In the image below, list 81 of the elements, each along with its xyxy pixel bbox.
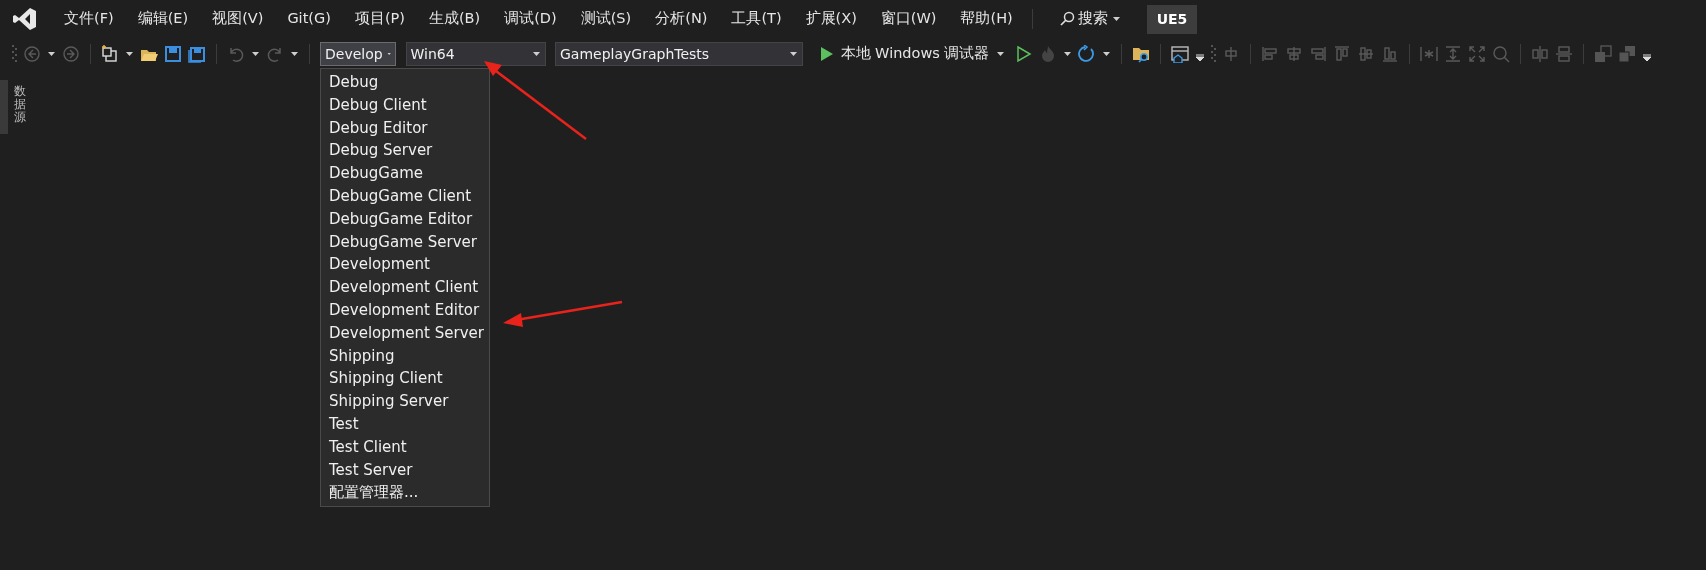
menu-item[interactable]: 扩展(X): [793, 8, 869, 30]
caret-icon[interactable]: [125, 51, 134, 57]
menu-option[interactable]: Development: [321, 253, 489, 277]
folder-search-icon[interactable]: [1131, 45, 1150, 63]
caret-icon[interactable]: [290, 51, 299, 57]
menu-item[interactable]: 项目(P): [342, 8, 417, 30]
menu-option[interactable]: Debug Server: [321, 139, 489, 163]
zoom-icon[interactable]: [1491, 45, 1510, 63]
menu-option[interactable]: Shipping Server: [321, 390, 489, 413]
align-center-icon[interactable]: [1284, 45, 1303, 63]
caret-icon: [386, 51, 391, 57]
side-tab[interactable]: 数据源: [14, 85, 26, 125]
play-icon: [819, 46, 834, 62]
project-badge: UE5: [1146, 4, 1198, 34]
caret-icon[interactable]: [1101, 51, 1111, 57]
toolbar-grip-icon: [1210, 44, 1216, 64]
menu-option[interactable]: Shipping Client: [321, 367, 489, 391]
window-home-icon[interactable]: [1170, 45, 1189, 63]
undo-icon[interactable]: [227, 45, 245, 63]
menu-option[interactable]: DebugGame Server: [321, 230, 489, 254]
asterisk-spacing-icon[interactable]: [1419, 45, 1438, 63]
distribute-horizontal-icon[interactable]: [1530, 45, 1549, 63]
start-debugging-button[interactable]: 本地 Windows 调试器: [816, 43, 1009, 65]
caret-icon: [531, 51, 541, 57]
send-backward-icon[interactable]: [1617, 45, 1636, 63]
align-top-icon[interactable]: [1332, 45, 1351, 63]
menu-option[interactable]: Test Client: [321, 435, 489, 459]
menu-item[interactable]: 测试(S): [568, 8, 644, 30]
menu-option[interactable]: Development Server: [321, 321, 489, 345]
menu-option[interactable]: DebugGame: [321, 162, 489, 185]
menu-option[interactable]: 配置管理器...: [321, 481, 489, 505]
vertical-spacing-icon[interactable]: [1443, 45, 1462, 63]
menu-item[interactable]: Git(G): [275, 8, 343, 30]
menu-item[interactable]: 调试(D): [492, 8, 569, 30]
new-item-icon[interactable]: [101, 45, 119, 63]
search-icon: [1058, 11, 1075, 27]
play-outline-icon[interactable]: [1014, 45, 1033, 63]
menu-item[interactable]: 编辑(E): [125, 8, 201, 30]
menu-item[interactable]: 帮助(H): [948, 8, 1025, 30]
app-logo-icon: [12, 6, 38, 32]
save-all-icon[interactable]: [188, 45, 206, 63]
caret-icon[interactable]: [1062, 51, 1072, 57]
menu-option[interactable]: Test: [321, 412, 489, 436]
menu-item[interactable]: 分析(N): [643, 8, 720, 30]
menu-item[interactable]: 窗口(W): [868, 8, 949, 30]
redo-icon[interactable]: [266, 45, 284, 63]
distribute-vertical-icon[interactable]: [1554, 45, 1573, 63]
side-tab-marker: [0, 80, 8, 134]
menu-option[interactable]: Shipping: [321, 344, 489, 368]
search-button[interactable]: 搜索: [1046, 8, 1133, 30]
save-icon[interactable]: [164, 45, 182, 63]
menu-item[interactable]: 工具(T): [719, 8, 794, 30]
caret-icon: [996, 51, 1006, 57]
toolbar-grip-icon: [12, 44, 17, 64]
menu-option[interactable]: Debug: [321, 71, 489, 94]
menu-option[interactable]: Test Server: [321, 458, 489, 482]
menu-option[interactable]: Debug Editor: [321, 116, 489, 140]
platform-dropdown[interactable]: Win64: [405, 42, 546, 66]
forward-icon[interactable]: [62, 45, 80, 63]
project-dropdown[interactable]: GameplayGraphTests: [555, 42, 803, 66]
back-icon[interactable]: [23, 45, 41, 63]
caret-icon: [789, 51, 798, 57]
menu-item[interactable]: 生成(B): [416, 8, 493, 30]
menu-item[interactable]: 视图(V): [200, 8, 276, 30]
menu-option[interactable]: Development Client: [321, 276, 489, 299]
caret-icon[interactable]: [47, 51, 56, 57]
menu-option[interactable]: Development Editor: [321, 298, 489, 322]
expand-icon[interactable]: [1467, 45, 1486, 63]
menu-option[interactable]: DebugGame Editor: [321, 207, 489, 231]
menu-option[interactable]: DebugGame Client: [321, 185, 489, 208]
configuration-dropdown[interactable]: Develop: [320, 42, 396, 66]
menu-item[interactable]: 文件(F): [52, 8, 126, 30]
refresh-icon[interactable]: [1077, 45, 1096, 63]
align-bottom-icon[interactable]: [1380, 45, 1399, 63]
caret-icon: [1111, 16, 1121, 22]
menu-option[interactable]: Debug Client: [321, 93, 489, 117]
align-right-icon[interactable]: [1308, 45, 1327, 63]
align-left-icon[interactable]: [1260, 45, 1279, 63]
bring-forward-icon[interactable]: [1593, 45, 1612, 63]
caret-icon[interactable]: [251, 51, 260, 57]
align-middle-icon[interactable]: [1356, 45, 1375, 63]
